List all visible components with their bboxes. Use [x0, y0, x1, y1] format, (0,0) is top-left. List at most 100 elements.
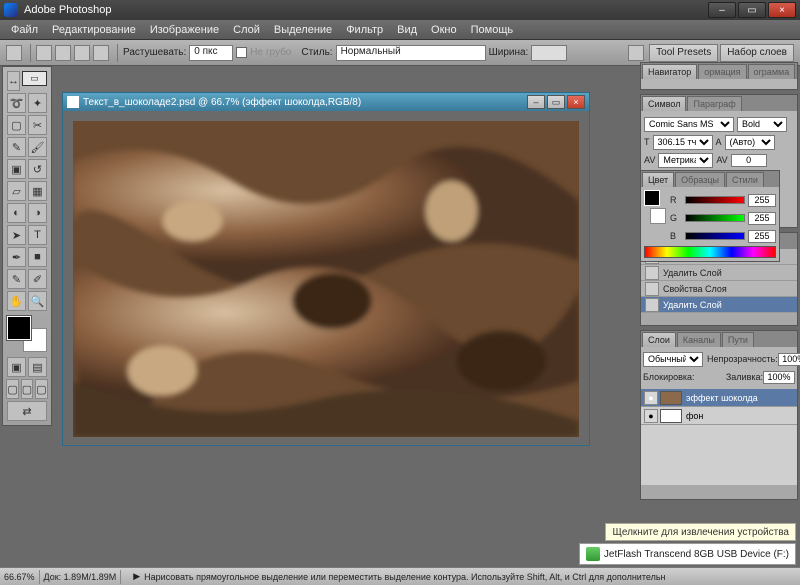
color-fg-swatch[interactable]	[644, 190, 660, 206]
lock-pixels-icon[interactable]	[705, 372, 715, 383]
tab-paths[interactable]: Пути	[722, 332, 754, 347]
menu-help[interactable]: Помощь	[464, 24, 521, 36]
marquee-tool[interactable]: ▭	[22, 71, 47, 86]
screen-mode-full[interactable]: ▢	[21, 379, 33, 399]
shape-tool[interactable]: ■	[28, 247, 47, 267]
zoom-tool[interactable]: 🔍	[28, 291, 47, 311]
type-tool[interactable]: T	[28, 225, 47, 245]
color-bg-swatch[interactable]	[650, 208, 666, 224]
tab-layers[interactable]: Слои	[642, 332, 676, 347]
layer-adjust-icon[interactable]	[753, 486, 766, 498]
hue-ramp[interactable]	[644, 246, 776, 258]
menu-layer[interactable]: Слой	[226, 24, 267, 36]
selection-add-icon[interactable]	[55, 45, 71, 61]
document-close-button[interactable]: ×	[567, 95, 585, 109]
feather-input[interactable]: 0 пкс	[189, 45, 233, 61]
tab-info[interactable]: ормация	[698, 64, 746, 79]
history-item[interactable]: Свойства Слоя	[641, 281, 797, 297]
selection-subtract-icon[interactable]	[74, 45, 90, 61]
menu-filter[interactable]: Фильтр	[339, 24, 390, 36]
eyedropper-tool[interactable]: ✐	[28, 269, 47, 289]
history-brush-tool[interactable]: ↺	[28, 159, 47, 179]
menu-image[interactable]: Изображение	[143, 24, 226, 36]
window-maximize-button[interactable]: ▭	[738, 2, 766, 18]
window-minimize-button[interactable]: –	[708, 2, 736, 18]
crop-tool[interactable]: ▢	[7, 115, 26, 135]
new-snapshot-icon[interactable]	[772, 314, 784, 324]
layer-comps-tab[interactable]: Набор слоев	[720, 44, 794, 62]
kerning-select[interactable]: Метрика	[658, 153, 713, 168]
blend-mode-select[interactable]: Обычный	[643, 352, 703, 367]
layer-row[interactable]: ●эффект шоколда	[641, 389, 797, 407]
eye-icon[interactable]: ●	[644, 391, 658, 405]
screen-mode-fullmenubar[interactable]: ▢	[35, 379, 47, 399]
eraser-tool[interactable]: ▱	[7, 181, 26, 201]
lock-trans-icon[interactable]	[695, 372, 705, 383]
layer-fx-icon[interactable]	[708, 486, 721, 498]
brush-tool[interactable]: 🖌	[28, 137, 47, 157]
b-slider[interactable]	[685, 232, 745, 240]
document-titlebar[interactable]: Текст_в_шоколаде2.psd @ 66.7% (эффект шо…	[63, 93, 589, 111]
brush-flyout-icon[interactable]	[628, 45, 644, 61]
quickmask-toggle[interactable]: ▣	[7, 357, 26, 377]
path-tool[interactable]: ➤	[7, 225, 26, 245]
hand-tool[interactable]: ✋	[7, 291, 26, 311]
layer-row[interactable]: ●фон	[641, 407, 797, 425]
r-input[interactable]	[748, 194, 776, 207]
layer-new-icon[interactable]	[768, 486, 781, 498]
tracking-input[interactable]	[731, 154, 767, 167]
menu-select[interactable]: Выделение	[267, 24, 339, 36]
g-slider[interactable]	[685, 214, 745, 222]
fill-input[interactable]	[763, 371, 795, 384]
marquee-tool-icon[interactable]	[6, 45, 22, 61]
history-item[interactable]: Удалить Слой	[641, 297, 797, 313]
layer-mask-icon[interactable]	[723, 486, 736, 498]
quickmask-toggle2[interactable]: ▤	[28, 357, 47, 377]
canvas[interactable]	[73, 121, 579, 437]
font-weight-select[interactable]: Bold	[737, 117, 787, 132]
selection-new-icon[interactable]	[36, 45, 52, 61]
tab-channels[interactable]: Каналы	[677, 332, 721, 347]
r-slider[interactable]	[685, 196, 745, 204]
pen-tool[interactable]: ✒	[7, 247, 26, 267]
foreground-swatch[interactable]	[7, 316, 31, 340]
menu-edit[interactable]: Редактирование	[45, 24, 143, 36]
slice-tool[interactable]: ✂	[28, 115, 47, 135]
font-family-select[interactable]: Comic Sans MS	[644, 117, 734, 132]
history-item[interactable]: Удалить Слой	[641, 265, 797, 281]
tool-presets-tab[interactable]: Tool Presets	[649, 44, 718, 62]
heal-tool[interactable]: ✎	[7, 137, 26, 157]
trash-icon[interactable]	[784, 314, 796, 324]
zoom-display[interactable]: 66.67%	[4, 572, 35, 582]
dodge-tool[interactable]: ◑	[28, 203, 47, 223]
tab-styles[interactable]: Стили	[726, 172, 764, 187]
style-select[interactable]: Нормальный	[336, 45, 486, 61]
layer-folder-icon[interactable]	[738, 486, 751, 498]
gradient-tool[interactable]: ▦	[28, 181, 47, 201]
tab-navigator[interactable]: Навигатор	[642, 64, 697, 79]
wand-tool[interactable]: ✦	[28, 93, 47, 113]
blur-tool[interactable]: ◐	[7, 203, 26, 223]
jump-to-imageready[interactable]: ⇄	[7, 401, 47, 421]
document-minimize-button[interactable]: –	[527, 95, 545, 109]
g-input[interactable]	[748, 212, 776, 225]
stamp-tool[interactable]: ▣	[7, 159, 26, 179]
notes-tool[interactable]: ✎	[7, 269, 26, 289]
eye-icon[interactable]: ●	[644, 409, 658, 423]
b-input[interactable]	[748, 230, 776, 243]
antialias-checkbox[interactable]	[236, 47, 247, 58]
move-tool[interactable]: ↔	[7, 71, 20, 91]
tab-histogram[interactable]: ограмма	[748, 64, 796, 79]
lasso-tool[interactable]: ➰	[7, 93, 26, 113]
selection-intersect-icon[interactable]	[93, 45, 109, 61]
color-swatches[interactable]	[7, 316, 47, 352]
window-close-button[interactable]: ×	[768, 2, 796, 18]
tray-balloon[interactable]: JetFlash Transcend 8GB USB Device (F:)	[579, 543, 796, 565]
tab-color[interactable]: Цвет	[642, 172, 674, 187]
document-maximize-button[interactable]: ▭	[547, 95, 565, 109]
screen-mode-std[interactable]: ▢	[6, 379, 18, 399]
opacity-input[interactable]	[778, 353, 800, 366]
lock-pos-icon[interactable]	[715, 372, 725, 383]
leading-select[interactable]: (Авто)	[725, 135, 775, 150]
tab-paragraph[interactable]: Параграф	[687, 96, 741, 111]
